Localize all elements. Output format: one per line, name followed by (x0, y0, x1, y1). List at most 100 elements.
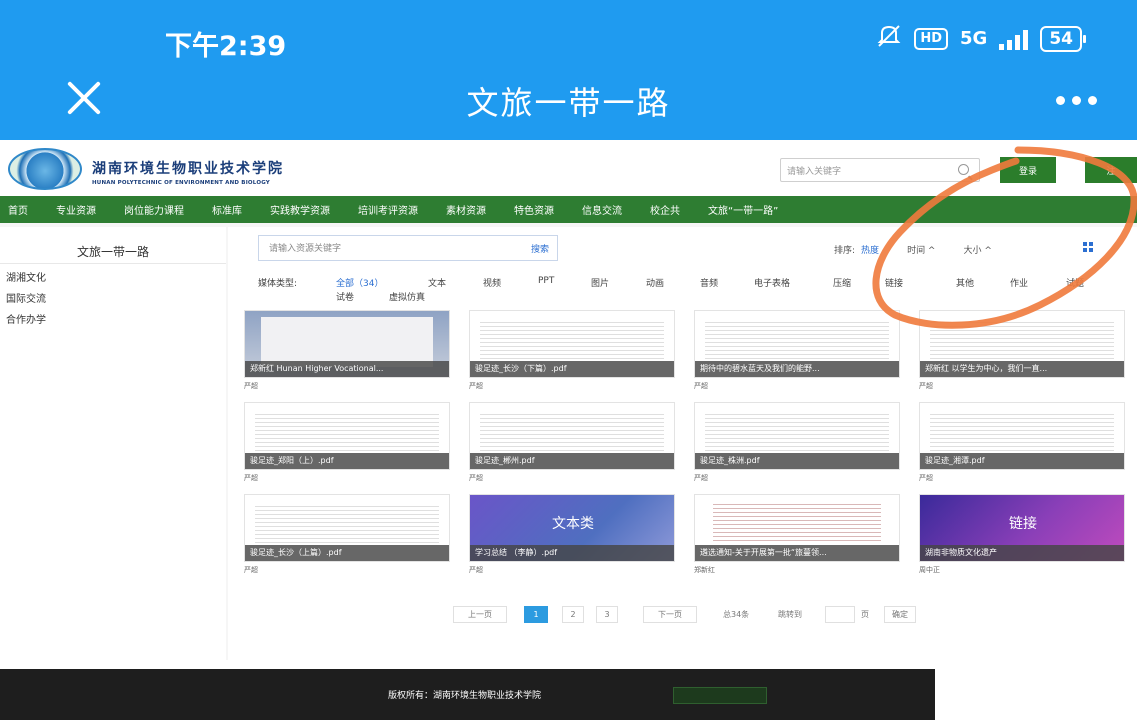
resource-card[interactable]: 遴选通知-关于开展第一批“旅蔓领... 郑新红 (694, 494, 900, 575)
media-option-video[interactable]: 视频 (483, 276, 501, 289)
nav-item-training[interactable]: 培训考评资源 (358, 202, 418, 217)
media-option-ppt[interactable]: PPT (538, 276, 554, 286)
resource-author: 周中正 (919, 566, 940, 574)
signal-icon (999, 28, 1029, 50)
resource-title: 郑新红 以学生为中心，我们一直... (920, 361, 1124, 377)
resource-card[interactable]: 骏足迹_长沙（上篇）.pdf 严超 (244, 494, 450, 575)
site-search-input[interactable] (781, 160, 951, 182)
sort-label: 排序: (834, 246, 856, 256)
media-option-homework[interactable]: 作业 (1010, 276, 1028, 289)
media-type-label: 媒体类型: (258, 279, 298, 289)
nav-item-info[interactable]: 信息交流 (582, 202, 622, 217)
resource-card[interactable]: 骏足迹_长沙（下篇）.pdf 严超 (469, 310, 675, 391)
resource-thumbnail: 链接 湖南非物质文化遗产 (919, 494, 1125, 562)
nav-item-job-courses[interactable]: 岗位能力课程 (124, 202, 184, 217)
thumbnail-text: 文本类 (552, 516, 594, 532)
resource-thumbnail: 文本类 学习总结 （李静）.pdf (469, 494, 675, 562)
nav-item-home[interactable]: 首页 (8, 202, 28, 217)
resource-search-input[interactable] (259, 236, 489, 260)
media-option-text[interactable]: 文本 (428, 276, 446, 289)
more-options-icon[interactable] (1056, 96, 1097, 105)
divider (0, 263, 226, 264)
resource-thumbnail: 遴选通知-关于开展第一批“旅蔓领... (694, 494, 900, 562)
main-nav: 首页 专业资源 岗位能力课程 标准库 实践教学资源 培训考评资源 素材资源 特色… (0, 196, 1137, 223)
footer-badge (673, 687, 767, 704)
resource-card[interactable]: 郑新红 Hunan Higher Vocational... 严超 (244, 310, 450, 391)
page-button-1[interactable]: 1 (524, 606, 548, 623)
prev-page-button[interactable]: 上一页 (453, 606, 507, 623)
battery-icon: 54 (1040, 25, 1086, 52)
resource-author: 严超 (919, 474, 933, 482)
nav-item-practice[interactable]: 实践教学资源 (270, 202, 330, 217)
sort-size[interactable]: 大小 ^ (963, 243, 991, 256)
resource-card[interactable]: 骏足迹_株洲.pdf 严超 (694, 402, 900, 483)
resource-author: 严超 (244, 474, 258, 482)
page-unit-label: 页 (861, 610, 869, 619)
sidebar-item-huxiang-culture[interactable]: 湖湘文化 (6, 269, 46, 284)
grid-view-icon[interactable] (1083, 242, 1093, 252)
resource-author: 严超 (244, 382, 258, 390)
resource-thumbnail: 骏足迹_长沙（上篇）.pdf (244, 494, 450, 562)
total-count: 总34条 (723, 610, 750, 619)
nav-item-featured[interactable]: 特色资源 (514, 202, 554, 217)
resource-thumbnail: 骏足迹_湘潭.pdf (919, 402, 1125, 470)
copyright-text: 版权所有：湖南环境生物职业技术学院 (388, 691, 542, 701)
media-option-exam[interactable]: 试卷 (336, 290, 354, 303)
resource-thumbnail: 郑新红 以学生为中心，我们一直... (919, 310, 1125, 378)
resource-author: 严超 (469, 566, 483, 574)
resource-card[interactable]: 骏足迹_郑阳（上）.pdf 严超 (244, 402, 450, 483)
resource-card[interactable]: 链接 湖南非物质文化遗产 周中正 (919, 494, 1125, 575)
resource-title: 骏足迹_株洲.pdf (695, 453, 899, 469)
page-title: 文旅一带一路 (466, 84, 671, 122)
resource-card[interactable]: 郑新红 以学生为中心，我们一直... 严超 (919, 310, 1125, 391)
resource-title: 骏足迹_长沙（下篇）.pdf (470, 361, 674, 377)
media-option-questions[interactable]: 试题 (1066, 276, 1084, 289)
media-option-spreadsheet[interactable]: 电子表格 (754, 276, 790, 289)
media-option-link[interactable]: 链接 (885, 276, 903, 289)
media-option-archive[interactable]: 压缩 (833, 276, 851, 289)
resource-thumbnail: 骏足迹_株洲.pdf (694, 402, 900, 470)
resource-card[interactable]: 骏足迹_湘潭.pdf 严超 (919, 402, 1125, 483)
page-button-3[interactable]: 3 (596, 606, 618, 623)
sort-bar: 排序: 热度 时间 ^ 大小 ^ (834, 243, 992, 256)
resource-card[interactable]: 文本类 学习总结 （李静）.pdf 严超 (469, 494, 675, 575)
media-option-audio[interactable]: 音频 (700, 276, 718, 289)
media-option-image[interactable]: 图片 (591, 276, 609, 289)
status-icons: HD 5G 54 (876, 24, 1086, 53)
resource-card[interactable]: 骏足迹_郴州.pdf 严超 (469, 402, 675, 483)
school-name-en: HUNAN POLYTECHNIC OF ENVIRONMENT AND BIO… (92, 180, 270, 186)
resource-thumbnail: 期待中的碧水蓝天及我们的能野... (694, 310, 900, 378)
resource-title: 湖南非物质文化遗产 (920, 545, 1124, 561)
media-option-all[interactable]: 全部（34） (336, 276, 383, 289)
resource-title: 骏足迹_长沙（上篇）.pdf (245, 545, 449, 561)
site-search-box (780, 158, 980, 182)
sidebar-item-international[interactable]: 国际交流 (6, 290, 46, 305)
page-button-2[interactable]: 2 (562, 606, 584, 623)
nav-item-school-enterprise[interactable]: 校企共 (650, 202, 680, 217)
nav-item-materials[interactable]: 素材资源 (446, 202, 486, 217)
sidebar: 文旅一带一路 湖湘文化 国际交流 合作办学 (0, 227, 226, 660)
school-logo (8, 148, 82, 190)
media-option-simulation[interactable]: 虚拟仿真 (389, 290, 425, 303)
resource-card[interactable]: 期待中的碧水蓝天及我们的能野... 严超 (694, 310, 900, 391)
sort-time[interactable]: 时间 ^ (907, 243, 935, 256)
nav-item-belt-road[interactable]: 文旅“一带一路” (708, 202, 778, 217)
resource-title: 骏足迹_郑阳（上）.pdf (245, 453, 449, 469)
hd-icon: HD (914, 27, 949, 50)
resource-search-button[interactable]: 搜索 (531, 242, 549, 255)
search-icon[interactable] (958, 164, 969, 175)
next-page-button[interactable]: 下一页 (643, 606, 697, 623)
nav-item-major-resources[interactable]: 专业资源 (56, 202, 96, 217)
login-button[interactable]: 登录 (1000, 157, 1056, 183)
media-option-animation[interactable]: 动画 (646, 276, 664, 289)
footer: 版权所有：湖南环境生物职业技术学院 (0, 669, 935, 720)
nav-item-standards[interactable]: 标准库 (212, 202, 242, 217)
sort-popularity[interactable]: 热度 (861, 243, 879, 256)
sidebar-item-cooperation[interactable]: 合作办学 (6, 311, 46, 326)
register-button[interactable]: 注 (1085, 157, 1137, 183)
school-name-cn: 湖南环境生物职业技术学院 (92, 161, 284, 177)
goto-page-input[interactable] (825, 606, 855, 623)
resource-author: 郑新红 (694, 566, 715, 574)
goto-confirm-button[interactable]: 确定 (884, 606, 916, 623)
media-option-other[interactable]: 其他 (956, 276, 974, 289)
